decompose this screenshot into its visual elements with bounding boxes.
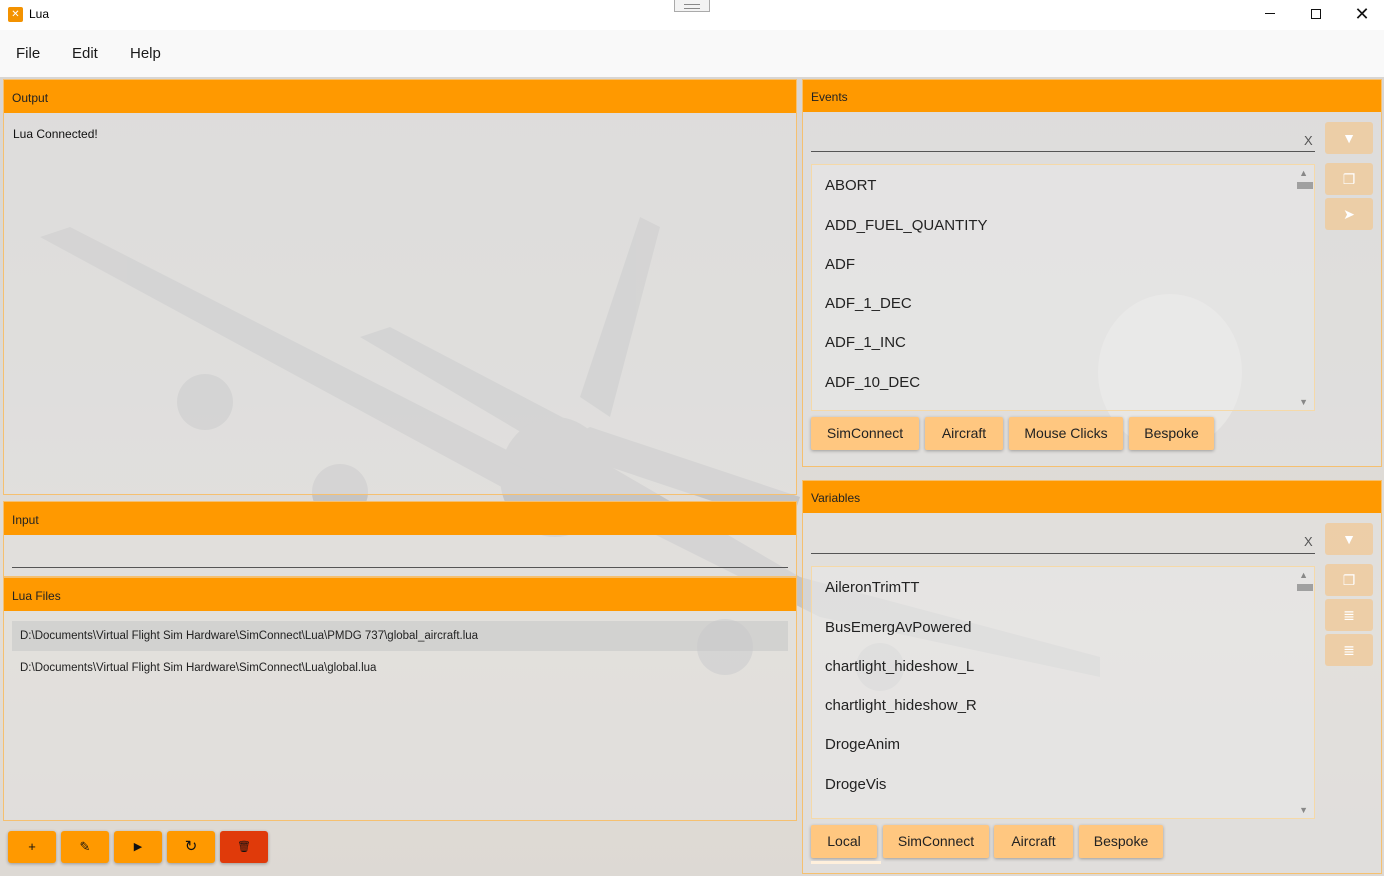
events-category-simconnect[interactable]: SimConnect <box>811 417 919 450</box>
variables-scrollbar-thumb[interactable] <box>1297 584 1313 591</box>
variable-item[interactable]: BusEmergAvPowered <box>825 619 971 636</box>
variable-item[interactable]: AileronTrimTT <box>825 579 919 596</box>
close-button[interactable]: ✕ <box>1339 0 1384 30</box>
variable-item[interactable]: chartlight_hideshow_R <box>825 697 977 714</box>
reload-file-button[interactable]: ↻ <box>167 831 215 863</box>
scroll-up-icon[interactable]: ▲ <box>1299 168 1308 178</box>
variables-search-underline <box>811 553 1315 554</box>
events-category-aircraft[interactable]: Aircraft <box>925 417 1003 450</box>
scroll-up-icon[interactable]: ▲ <box>1299 570 1308 580</box>
events-search-input[interactable] <box>811 118 1299 150</box>
menu-bar: File Edit Help <box>0 30 1384 77</box>
database-edit-icon: ≣ <box>1343 642 1355 658</box>
variables-search-input[interactable] <box>811 519 1299 551</box>
add-file-button[interactable]: + <box>8 831 56 863</box>
event-item[interactable]: ADD_FUEL_QUANTITY <box>825 217 988 234</box>
window-title: Lua <box>29 7 50 21</box>
delete-file-button[interactable]: 🗑 <box>220 831 268 863</box>
lua-file-row[interactable]: D:\Documents\Virtual Flight Sim Hardware… <box>12 621 788 651</box>
variable-item[interactable]: DrogeVis <box>825 776 886 793</box>
filter-icon: ▼ <box>1342 531 1356 547</box>
scroll-down-icon[interactable]: ▼ <box>1299 397 1308 407</box>
title-bar: ✕ Lua ✕ <box>0 0 1384 30</box>
trash-icon: 🗑 <box>237 841 251 853</box>
events-category-bespoke[interactable]: Bespoke <box>1129 417 1214 450</box>
minimize-icon <box>1265 13 1275 15</box>
variables-copy-button[interactable]: ❐ <box>1325 564 1373 596</box>
edit-file-button[interactable]: ✎ <box>61 831 109 863</box>
events-category-mouse-clicks[interactable]: Mouse Clicks <box>1009 417 1123 450</box>
variables-category-aircraft[interactable]: Aircraft <box>994 825 1073 858</box>
events-list[interactable]: ABORT ADD_FUEL_QUANTITY ADF ADF_1_DEC AD… <box>811 164 1315 411</box>
input-underline <box>12 567 788 568</box>
menu-file[interactable]: File <box>16 45 40 62</box>
output-text: Lua Connected! <box>13 127 98 141</box>
run-file-button[interactable]: ▶ <box>114 831 162 863</box>
database-icon: ≣ <box>1343 607 1355 623</box>
events-filter-button[interactable]: ▼ <box>1325 122 1373 154</box>
variables-panel: Variables X ▼ ❐ ≣ ≣ AileronTrimTT BusEme… <box>802 480 1382 874</box>
variables-search-clear-button[interactable]: X <box>1304 534 1313 549</box>
scroll-down-icon[interactable]: ▼ <box>1299 805 1308 815</box>
plus-icon: + <box>28 839 36 854</box>
event-item[interactable]: ADF_1_DEC <box>825 295 912 312</box>
output-header: Output <box>4 80 796 113</box>
events-send-button[interactable]: ➤ <box>1325 198 1373 230</box>
lua-files-panel: Lua Files D:\Documents\Virtual Flight Si… <box>3 577 797 821</box>
play-icon: ▶ <box>133 841 143 853</box>
minimize-button[interactable] <box>1247 0 1293 30</box>
copy-icon: ❐ <box>1342 572 1356 588</box>
events-scrollbar-thumb[interactable] <box>1297 182 1313 189</box>
menu-edit[interactable]: Edit <box>72 45 98 62</box>
output-panel: Output Lua Connected! <box>3 79 797 495</box>
variables-filter-button[interactable]: ▼ <box>1325 523 1373 555</box>
output-body[interactable]: Lua Connected! <box>4 113 796 494</box>
variables-header: Variables <box>803 481 1381 513</box>
variables-list[interactable]: AileronTrimTT BusEmergAvPowered chartlig… <box>811 566 1315 819</box>
lua-file-row[interactable]: D:\Documents\Virtual Flight Sim Hardware… <box>12 653 788 683</box>
send-icon: ➤ <box>1343 206 1355 222</box>
lua-files-list: D:\Documents\Virtual Flight Sim Hardware… <box>4 611 796 820</box>
variables-category-bespoke[interactable]: Bespoke <box>1079 825 1163 858</box>
events-search-clear-button[interactable]: X <box>1304 133 1313 148</box>
refresh-icon: ↻ <box>184 838 198 855</box>
event-item[interactable]: ADF_10_DEC <box>825 374 920 391</box>
event-item[interactable]: ABORT <box>825 177 876 194</box>
event-item[interactable]: ADF_1_INC <box>825 334 906 351</box>
copy-icon: ❐ <box>1342 171 1356 187</box>
events-panel: Events X ▼ ❐ ➤ ABORT ADD_FUEL_QUANTITY A… <box>802 79 1382 467</box>
variables-category-simconnect[interactable]: SimConnect <box>883 825 989 858</box>
events-copy-button[interactable]: ❐ <box>1325 163 1373 195</box>
variables-database-button[interactable]: ≣ <box>1325 599 1373 631</box>
variables-category-local[interactable]: Local <box>811 825 877 858</box>
variable-item[interactable]: DrogeAnim <box>825 736 900 753</box>
input-body <box>4 535 796 576</box>
active-tab-indicator <box>811 861 881 864</box>
variable-item[interactable]: chartlight_hideshow_L <box>825 658 974 675</box>
menu-help[interactable]: Help <box>130 45 161 62</box>
filter-icon: ▼ <box>1342 130 1356 146</box>
close-icon: ✕ <box>1354 4 1370 24</box>
events-header: Events <box>803 80 1381 112</box>
event-item[interactable]: ADF <box>825 256 855 273</box>
lua-input-field[interactable] <box>12 539 788 565</box>
variables-database-edit-button[interactable]: ≣ <box>1325 634 1373 666</box>
lua-files-header: Lua Files <box>4 578 796 611</box>
input-header: Input <box>4 502 796 535</box>
maximize-button[interactable] <box>1293 0 1339 30</box>
maximize-icon <box>1311 8 1321 19</box>
variables-body: X ▼ ❐ ≣ ≣ AileronTrimTT BusEmergAvPowere… <box>803 513 1381 873</box>
events-body: X ▼ ❐ ➤ ABORT ADD_FUEL_QUANTITY ADF ADF_… <box>803 112 1381 466</box>
app-logo-icon: ✕ <box>8 7 23 22</box>
events-search-underline <box>811 151 1315 152</box>
drag-handle[interactable] <box>674 0 710 12</box>
pencil-icon: ✎ <box>79 839 91 854</box>
input-panel: Input <box>3 501 797 577</box>
